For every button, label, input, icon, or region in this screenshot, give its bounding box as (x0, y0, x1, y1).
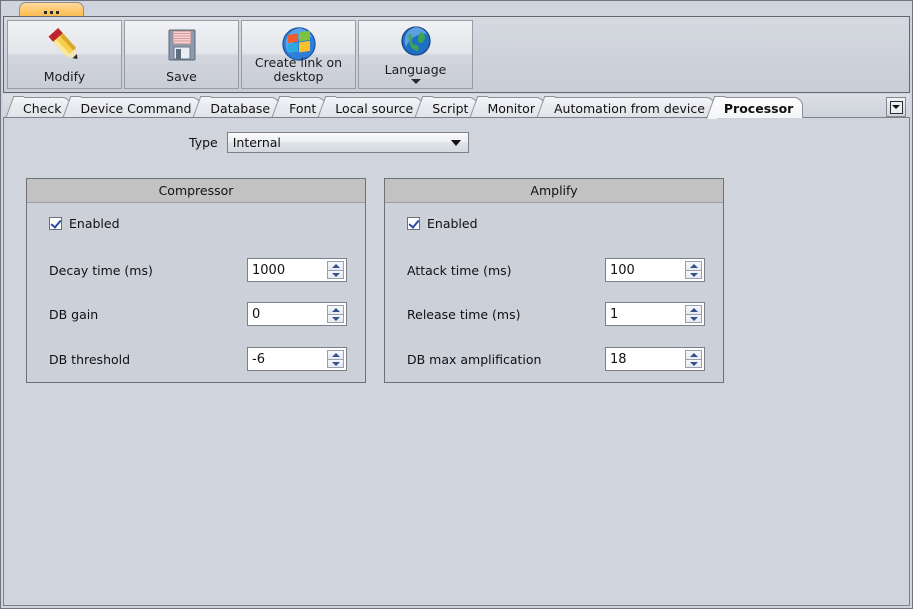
db-threshold-row: DB threshold -6 (27, 347, 365, 371)
release-time-stepper-buttons (685, 305, 702, 323)
attack-time-row: Attack time (ms) 100 (385, 258, 723, 282)
compressor-enabled-row: Enabled (49, 216, 365, 231)
db-threshold-stepper-buttons (327, 350, 344, 368)
tab-database[interactable]: Database (200, 97, 281, 118)
release-time-input[interactable]: 1 (606, 303, 685, 325)
amplify-enabled-label: Enabled (427, 216, 478, 231)
db-threshold-label: DB threshold (49, 351, 131, 367)
modify-button[interactable]: Modify (7, 20, 122, 89)
globe-icon (359, 21, 472, 63)
type-select-value: Internal (232, 135, 281, 150)
save-button-label: Save (166, 69, 197, 84)
create-desktop-link-button-label: Create link on desktop (254, 55, 343, 84)
amplify-enabled-row: Enabled (407, 216, 723, 231)
window-tab-strip (1, 1, 912, 19)
decay-time-stepper-buttons (327, 261, 344, 279)
tab-font-label: Font (289, 100, 317, 116)
decay-time-increment-button[interactable] (327, 261, 344, 270)
release-time-decrement-button[interactable] (685, 314, 702, 323)
section-tab-bar: Check Device Command Database Font Local… (3, 94, 910, 118)
tab-check-label: Check (23, 100, 62, 116)
amplify-group: Amplify Enabled Attack time (ms) 100 Rel… (384, 178, 724, 383)
attack-time-input[interactable]: 100 (606, 259, 685, 281)
tab-processor[interactable]: Processor (713, 97, 804, 118)
compressor-group: Compressor Enabled Decay time (ms) 1000 (26, 178, 366, 383)
attack-time-stepper[interactable]: 100 (605, 258, 705, 282)
db-threshold-decrement-button[interactable] (327, 359, 344, 368)
tab-device-command[interactable]: Device Command (70, 97, 202, 118)
tab-automation-from-device[interactable]: Automation from device (543, 97, 715, 118)
db-max-amplification-stepper-buttons (685, 350, 702, 368)
db-gain-input[interactable]: 0 (248, 303, 327, 325)
tab-monitor-label: Monitor (487, 100, 535, 116)
decay-time-label: Decay time (ms) (49, 262, 153, 278)
save-button[interactable]: Save (124, 20, 239, 89)
type-label: Type (189, 135, 218, 150)
decay-time-row: Decay time (ms) 1000 (27, 258, 365, 282)
attack-time-label: Attack time (ms) (407, 262, 512, 278)
compressor-enabled-checkbox[interactable] (49, 217, 62, 230)
release-time-label: Release time (ms) (407, 306, 521, 322)
tab-database-label: Database (210, 100, 271, 116)
type-select[interactable]: Internal (226, 132, 469, 153)
modify-button-label: Modify (43, 69, 86, 84)
db-gain-label: DB gain (49, 306, 99, 322)
chevron-down-icon (889, 100, 903, 114)
ellipsis-icon (44, 10, 59, 14)
processor-panel: Type Internal Compressor Enabled Decay t… (3, 117, 910, 606)
db-max-amplification-increment-button[interactable] (685, 350, 702, 359)
release-time-row: Release time (ms) 1 (385, 302, 723, 326)
attack-time-increment-button[interactable] (685, 261, 702, 270)
db-max-amplification-input[interactable]: 18 (606, 348, 685, 370)
db-threshold-stepper[interactable]: -6 (247, 347, 347, 371)
application-window: Modify Save Create link on desktop Langu… (0, 0, 913, 609)
main-toolbar: Modify Save Create link on desktop Langu… (3, 16, 910, 93)
floppy-disk-icon (125, 21, 238, 70)
tab-script-label: Script (432, 100, 469, 116)
attack-time-decrement-button[interactable] (685, 270, 702, 279)
release-time-increment-button[interactable] (685, 305, 702, 314)
amplify-group-title: Amplify (385, 179, 723, 203)
chevron-down-icon (410, 79, 421, 84)
tab-device-command-label: Device Command (80, 100, 192, 116)
db-threshold-input[interactable]: -6 (248, 348, 327, 370)
language-button-label: Language (384, 62, 447, 77)
tab-overflow-button[interactable] (886, 97, 906, 117)
tab-local-source[interactable]: Local source (325, 97, 424, 118)
release-time-stepper[interactable]: 1 (605, 302, 705, 326)
decay-time-input[interactable]: 1000 (248, 259, 327, 281)
db-max-amplification-decrement-button[interactable] (685, 359, 702, 368)
db-gain-row: DB gain 0 (27, 302, 365, 326)
tab-monitor[interactable]: Monitor (477, 97, 545, 118)
db-gain-stepper[interactable]: 0 (247, 302, 347, 326)
db-max-amplification-label: DB max amplification (407, 351, 542, 367)
db-max-amplification-stepper[interactable]: 18 (605, 347, 705, 371)
tab-automation-from-device-label: Automation from device (553, 100, 705, 116)
db-gain-stepper-buttons (327, 305, 344, 323)
create-desktop-link-button[interactable]: Create link on desktop (241, 20, 356, 89)
compressor-group-title: Compressor (27, 179, 365, 203)
decay-time-decrement-button[interactable] (327, 270, 344, 279)
amplify-enabled-checkbox[interactable] (407, 217, 420, 230)
compressor-enabled-label: Enabled (69, 216, 120, 231)
decay-time-stepper[interactable]: 1000 (247, 258, 347, 282)
language-button[interactable]: Language (358, 20, 473, 89)
tab-processor-label: Processor (723, 100, 794, 116)
db-threshold-increment-button[interactable] (327, 350, 344, 359)
tab-local-source-label: Local source (335, 100, 414, 116)
db-gain-increment-button[interactable] (327, 305, 344, 314)
db-max-amplification-row: DB max amplification 18 (385, 347, 723, 371)
type-row: Type Internal (189, 132, 469, 153)
attack-time-stepper-buttons (685, 261, 702, 279)
pencil-icon (8, 21, 121, 70)
db-gain-decrement-button[interactable] (327, 314, 344, 323)
chevron-down-icon (450, 139, 461, 146)
amplify-group-body: Enabled Attack time (ms) 100 Release tim… (385, 203, 723, 371)
compressor-group-body: Enabled Decay time (ms) 1000 DB gain 0 D… (27, 203, 365, 371)
